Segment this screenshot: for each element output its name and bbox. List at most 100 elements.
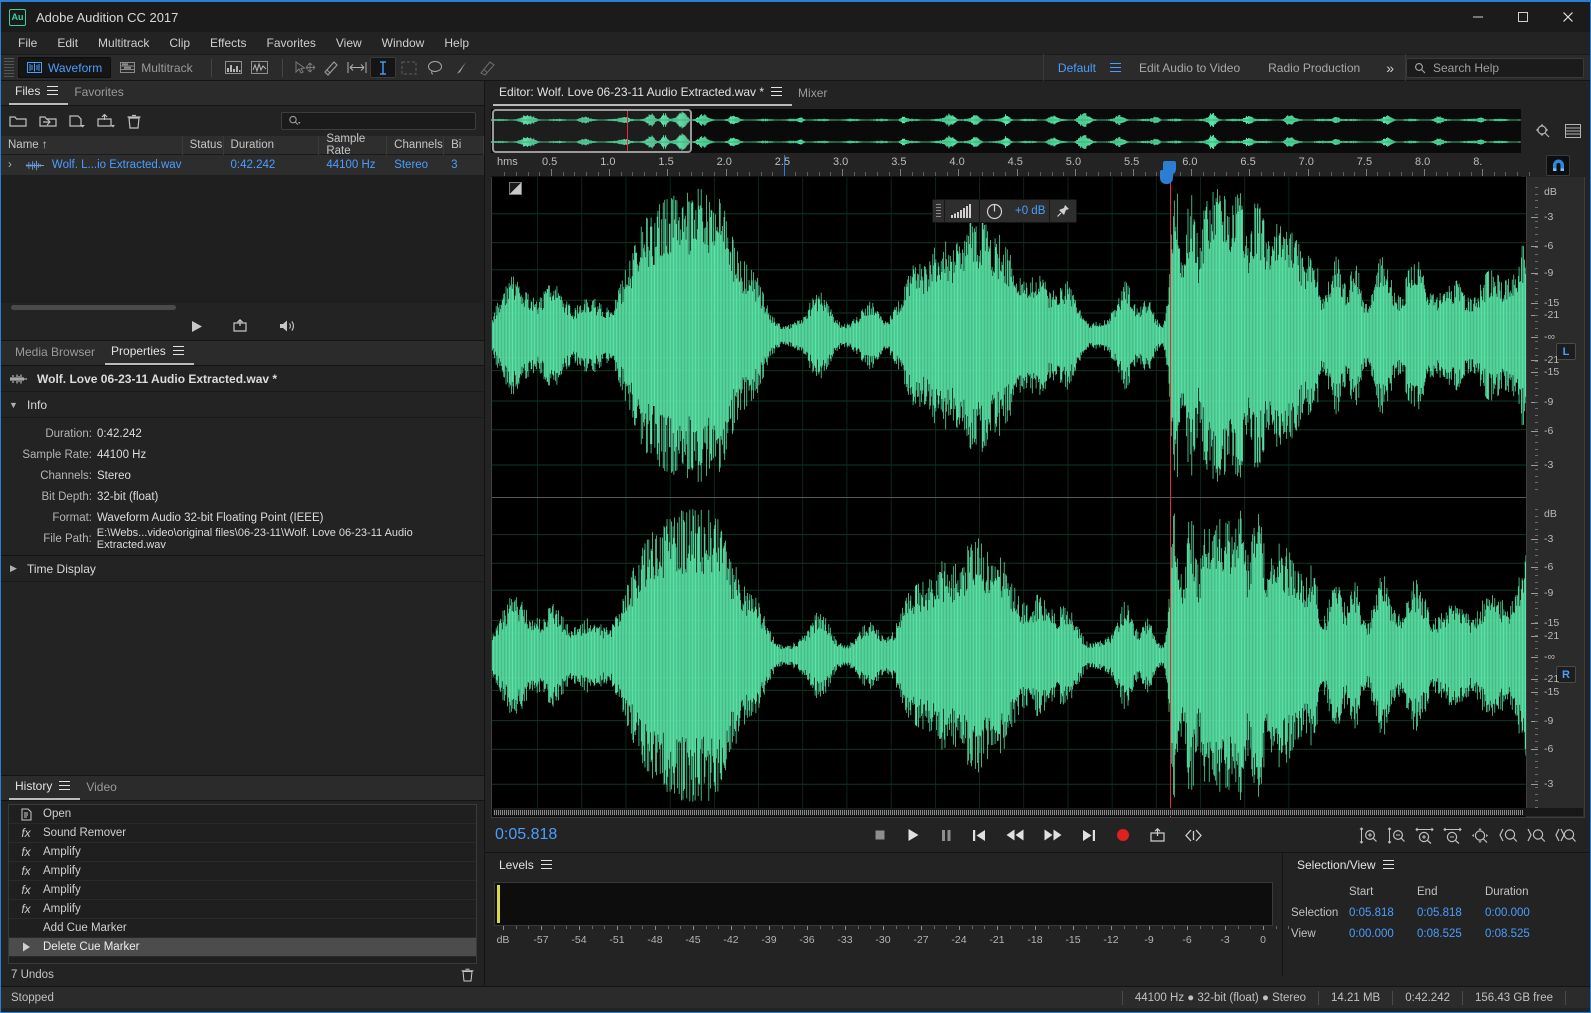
zoom-to-selection-icon[interactable]: [1555, 827, 1576, 843]
column-status[interactable]: Status: [183, 135, 224, 155]
gain-hud[interactable]: +0 dB: [932, 199, 1078, 223]
list-item[interactable]: Delete Cue Marker: [9, 938, 476, 957]
waveform-horizontal-scrollbar[interactable]: [493, 808, 1583, 816]
pin-icon[interactable]: [1049, 199, 1076, 223]
zoom-in-time-icon[interactable]: [1415, 827, 1434, 844]
menu-edit[interactable]: Edit: [48, 34, 87, 52]
tab-favorites[interactable]: Favorites: [68, 81, 133, 105]
amplitude-scale[interactable]: L R dB -3 -6 -9 -15 -21 -∞ -21 -15 -9 -6 -3 dB -3 -6 -9…: [1526, 177, 1584, 817]
workspace-more-button[interactable]: »: [1374, 54, 1405, 81]
spectral-pitch-display-icon[interactable]: [247, 57, 273, 78]
marker-handle[interactable]: [509, 182, 522, 195]
files-panel-menu-icon[interactable]: [47, 86, 59, 95]
menu-favorites[interactable]: Favorites: [258, 34, 325, 52]
hud-gain-value[interactable]: +0 dB: [1009, 199, 1049, 223]
sv-view-duration[interactable]: 0:08.525: [1485, 928, 1553, 940]
close-file-icon[interactable]: [127, 114, 141, 129]
slip-tool-icon[interactable]: [344, 57, 370, 78]
workspace-default[interactable]: Default: [1044, 54, 1110, 81]
level-meter[interactable]: [494, 882, 1273, 926]
spot-healing-brush-tool-icon[interactable]: [474, 57, 500, 78]
files-search-input[interactable]: [281, 112, 476, 130]
time-selection-tool-icon[interactable]: [369, 57, 396, 78]
razor-tool-icon[interactable]: [318, 57, 344, 78]
play-button[interactable]: [906, 828, 920, 842]
layout-icon[interactable]: [1565, 124, 1581, 138]
list-item[interactable]: fx Amplify: [9, 900, 476, 919]
gain-knob-icon[interactable]: [980, 199, 1009, 223]
rewind-button[interactable]: [1006, 829, 1024, 841]
scrollbar-thumb[interactable]: [11, 305, 176, 310]
current-time-display[interactable]: 0:05.818: [495, 826, 557, 844]
sv-view-start[interactable]: 0:00.000: [1349, 928, 1417, 940]
move-tool-icon[interactable]: [292, 57, 318, 78]
volume-icon[interactable]: [278, 319, 296, 333]
list-item[interactable]: Add Cue Marker: [9, 919, 476, 938]
scrollbar-thumb[interactable]: [494, 810, 1524, 815]
fast-forward-button[interactable]: [1044, 829, 1062, 841]
paintbrush-selection-tool-icon[interactable]: [448, 57, 474, 78]
properties-section-time-display[interactable]: ▶ Time Display: [1, 556, 484, 582]
properties-section-info[interactable]: ▼ Info: [1, 392, 484, 418]
sv-selection-duration[interactable]: 0:00.000: [1485, 907, 1553, 919]
new-file-icon[interactable]: [69, 114, 85, 128]
workspace-edit-audio-to-video[interactable]: Edit Audio to Video: [1125, 54, 1254, 81]
toolbar-grip[interactable]: [4, 57, 14, 78]
row-expand-arrow[interactable]: ›: [1, 155, 19, 175]
workspace-menu-icon[interactable]: [1109, 61, 1125, 75]
open-file-icon[interactable]: [9, 114, 27, 128]
sv-selection-start[interactable]: 0:05.818: [1349, 907, 1417, 919]
waveform-channel-left[interactable]: [492, 177, 1584, 497]
import-file-icon[interactable]: [39, 114, 57, 128]
levels-panel-menu-icon[interactable]: [540, 860, 552, 869]
trash-icon[interactable]: [461, 968, 474, 982]
zoom-out-full-icon[interactable]: [1471, 827, 1490, 844]
column-name[interactable]: Name ↑: [1, 135, 183, 155]
lasso-selection-tool-icon[interactable]: [422, 57, 448, 78]
menu-view[interactable]: View: [327, 34, 371, 52]
zoom-fit-icon[interactable]: [1535, 123, 1551, 139]
loop-playback-button[interactable]: [1149, 828, 1165, 842]
search-help-field[interactable]: Search Help: [1406, 57, 1584, 78]
table-row[interactable]: › Wolf. L...io Extracted.wav * 0:42.242 …: [1, 155, 484, 175]
workspace-radio-production[interactable]: Radio Production: [1254, 54, 1374, 81]
waveform-display[interactable]: +0 dB L R dB -3 -6 -9 -15 -21 -∞ -21 -15 -9 -6 -3 dB…: [491, 177, 1585, 818]
skip-to-start-button[interactable]: [972, 829, 986, 842]
menu-window[interactable]: Window: [373, 34, 434, 52]
menu-effects[interactable]: Effects: [201, 34, 255, 52]
multitrack-mode-button[interactable]: Multitrack: [111, 57, 201, 78]
magnet-icon[interactable]: [1546, 154, 1570, 176]
menu-file[interactable]: File: [9, 34, 46, 52]
loop-icon[interactable]: [232, 319, 248, 333]
waveform-mode-button[interactable]: Waveform: [18, 57, 112, 78]
tab-history[interactable]: History: [9, 776, 81, 800]
waveform-channel-right[interactable]: [492, 498, 1584, 816]
files-horizontal-scrollbar[interactable]: [1, 303, 484, 312]
tab-media-browser[interactable]: Media Browser: [9, 341, 105, 365]
zoom-in-amplitude-icon[interactable]: [1359, 826, 1378, 844]
history-panel-menu-icon[interactable]: [59, 781, 71, 790]
export-file-icon[interactable]: [97, 114, 115, 128]
zoom-to-selection-in-point-icon[interactable]: [1499, 827, 1518, 843]
sv-view-end[interactable]: 0:08.525: [1417, 928, 1485, 940]
zoom-out-amplitude-icon[interactable]: [1387, 826, 1406, 844]
tab-video[interactable]: Video: [80, 776, 126, 800]
skip-selection-button[interactable]: [1184, 829, 1202, 842]
column-channels[interactable]: Channels: [387, 135, 445, 155]
column-bit-depth[interactable]: Bi: [444, 135, 484, 155]
maximize-button[interactable]: [1500, 2, 1545, 32]
column-sample-rate[interactable]: Sample Rate: [319, 133, 388, 157]
skip-to-end-button[interactable]: [1082, 829, 1096, 842]
list-item[interactable]: fx Amplify: [9, 843, 476, 862]
menu-clip[interactable]: Clip: [160, 34, 199, 52]
column-duration[interactable]: Duration: [224, 135, 320, 155]
tab-properties[interactable]: Properties: [105, 341, 194, 365]
tab-selection-view[interactable]: Selection/View: [1291, 854, 1404, 878]
waveform-overview[interactable]: [491, 109, 1521, 153]
menu-help[interactable]: Help: [435, 34, 478, 52]
time-ruler[interactable]: hms 0.5 1.0 1.5 2.0 2.5 3.0 3.5 4.0 4.5 5.0 5.5 6.0…: [491, 155, 1530, 177]
close-button[interactable]: [1545, 2, 1590, 32]
list-item[interactable]: fx Amplify: [9, 881, 476, 900]
tab-editor[interactable]: Editor: Wolf. Love 06-23-11 Audio Extrac…: [493, 82, 793, 106]
spectral-frequency-display-icon[interactable]: [221, 57, 247, 78]
